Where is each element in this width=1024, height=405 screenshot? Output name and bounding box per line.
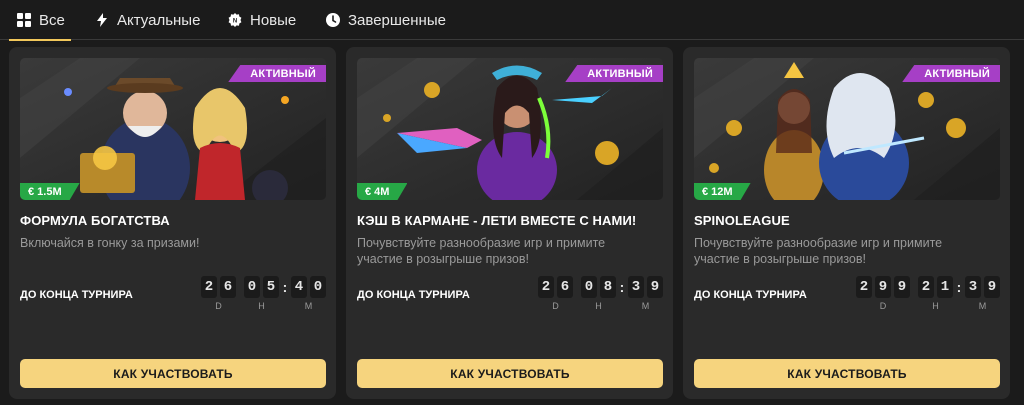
tournament-description: Почувствуйте разнообразие игр и примите … [694, 236, 943, 266]
timer-days: 2 6 D [538, 276, 573, 311]
tournament-card: АКТИВНЫЙ € 1.5M ФОРМУЛА БОГАТСТВА Включа… [9, 47, 336, 399]
timer-digit: 2 [918, 276, 934, 298]
timer-days: 2 6 D [201, 276, 236, 311]
timer-hours: 2 1 H [918, 276, 953, 311]
timer-digit: 9 [875, 276, 891, 298]
status-badge: АКТИВНЫЙ [565, 65, 663, 82]
tournament-title: ФОРМУЛА БОГАТСТВА [20, 213, 170, 228]
prize-badge: € 1.5M [20, 183, 80, 200]
tab-current[interactable]: Актуальные [95, 0, 200, 40]
tournament-banner: АКТИВНЫЙ € 1.5M [20, 58, 326, 200]
tab-all-label: Все [39, 11, 65, 29]
tournament-card: АКТИВНЫЙ € 4M КЭШ В КАРМАНЕ - ЛЕТИ ВМЕСТ… [346, 47, 673, 399]
timer-label: ДО КОНЦА ТУРНИРА [357, 289, 470, 301]
timer-digit: 1 [937, 276, 953, 298]
timer-separator [573, 276, 581, 298]
clock-icon [326, 13, 340, 27]
countdown-timer: 2 6 D 0 8 H : 3 9 M [538, 276, 663, 316]
tournament-banner: АКТИВНЫЙ € 12M [694, 58, 1000, 200]
tab-all[interactable]: Все [9, 0, 71, 41]
tab-new[interactable]: N Новые [228, 0, 296, 40]
tournament-title: SPINOLEAGUE [694, 213, 790, 228]
timer-unit: M [978, 301, 987, 311]
how-to-participate-button[interactable]: КАК УЧАСТВОВАТЬ [694, 359, 1000, 388]
timer-digit: 9 [647, 276, 663, 298]
gear-badge-icon: N [228, 13, 242, 27]
timer-hours: 0 5 H [244, 276, 279, 311]
filter-tabs: Все Актуальные N Новые Завершенные [0, 0, 1024, 41]
svg-text:N: N [233, 19, 237, 25]
timer-separator: : [956, 279, 962, 295]
grid-icon [17, 13, 31, 27]
tab-new-label: Новые [250, 11, 297, 29]
tournament-title: КЭШ В КАРМАНЕ - ЛЕТИ ВМЕСТЕ С НАМИ! [357, 213, 637, 228]
timer-digit: 2 [856, 276, 872, 298]
timer-digit: 0 [581, 276, 597, 298]
timer-unit: M [641, 301, 650, 311]
timer-minutes: 3 9 M [628, 276, 663, 311]
timer-digit: 5 [263, 276, 279, 298]
timer-separator [910, 276, 918, 298]
timer-unit: H [932, 301, 939, 311]
countdown-timer: 2 9 9 D 2 1 H : 3 9 M [856, 276, 1000, 316]
tournament-description: Включайся в гонку за призами! [20, 236, 200, 250]
timer-unit: H [595, 301, 602, 311]
timer-unit: D [552, 301, 559, 311]
tournament-banner: АКТИВНЫЙ € 4M [357, 58, 663, 200]
timer-separator: : [282, 279, 288, 295]
timer-days: 2 9 9 D [856, 276, 910, 311]
countdown-timer: 2 6 D 0 5 H : 4 0 M [201, 276, 326, 316]
how-to-participate-button[interactable]: КАК УЧАСТВОВАТЬ [357, 359, 663, 388]
lightning-icon [95, 13, 109, 27]
timer-digit: 9 [894, 276, 910, 298]
tournament-card: АКТИВНЫЙ € 12M SPINOLEAGUE Почувствуйте … [683, 47, 1010, 399]
timer-unit: D [215, 301, 222, 311]
tab-current-label: Актуальные [117, 11, 201, 29]
timer-digit: 4 [291, 276, 307, 298]
tournament-description: Почувствуйте разнообразие игр и примите … [357, 236, 606, 266]
status-badge: АКТИВНЫЙ [902, 65, 1000, 82]
timer-unit: M [304, 301, 313, 311]
timer-hours: 0 8 H [581, 276, 616, 311]
timer-separator: : [619, 279, 625, 295]
how-to-participate-button[interactable]: КАК УЧАСТВОВАТЬ [20, 359, 326, 388]
timer-digit: 0 [310, 276, 326, 298]
timer-unit: H [258, 301, 265, 311]
timer-label: ДО КОНЦА ТУРНИРА [694, 289, 807, 301]
timer-digit: 8 [600, 276, 616, 298]
timer-digit: 0 [244, 276, 260, 298]
timer-digit: 3 [965, 276, 981, 298]
timer-label: ДО КОНЦА ТУРНИРА [20, 289, 133, 301]
timer-separator [236, 276, 244, 298]
timer-digit: 9 [984, 276, 1000, 298]
tab-finished-label: Завершенные [348, 11, 446, 29]
timer-digit: 3 [628, 276, 644, 298]
tab-finished[interactable]: Завершенные [326, 0, 446, 40]
timer-minutes: 3 9 M [965, 276, 1000, 311]
timer-digit: 2 [201, 276, 217, 298]
timer-digit: 6 [557, 276, 573, 298]
timer-digit: 6 [220, 276, 236, 298]
timer-unit: D [879, 301, 887, 311]
timer-minutes: 4 0 M [291, 276, 326, 311]
timer-digit: 2 [538, 276, 554, 298]
status-badge: АКТИВНЫЙ [228, 65, 326, 82]
